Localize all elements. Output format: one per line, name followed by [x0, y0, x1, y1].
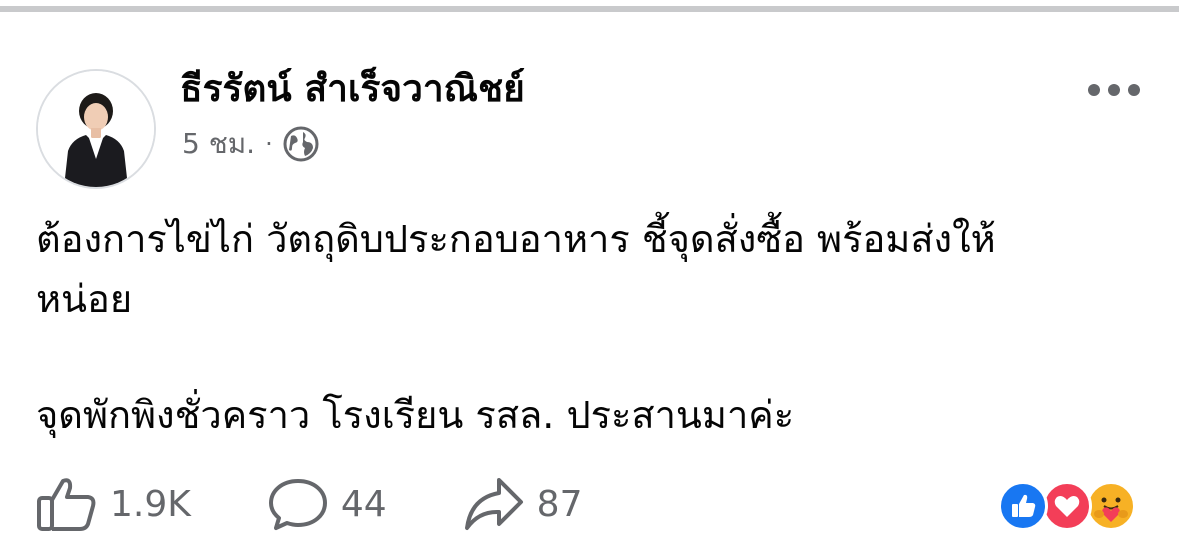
post-meta: 5 ชม. ·: [182, 122, 319, 166]
like-button[interactable]: 1.9K: [36, 476, 191, 532]
avatar-photo: [38, 71, 154, 187]
like-reaction-icon: [998, 481, 1048, 531]
post-actions: 1.9K 44 87: [36, 474, 582, 534]
like-count: 1.9K: [110, 483, 191, 525]
comment-count: 44: [340, 483, 387, 525]
share-button[interactable]: 87: [463, 476, 583, 532]
reactions-summary[interactable]: [998, 481, 1148, 533]
thumbs-up-icon: [37, 478, 96, 531]
author-name[interactable]: ธีรรัตน์ สำเร็จวาณิชย์: [180, 63, 525, 115]
more-horizontal-icon: [1088, 84, 1100, 96]
post-time[interactable]: 5 ชม.: [182, 122, 255, 166]
comment-bubble-icon: [268, 479, 327, 530]
post-text-line: หน่อย: [36, 277, 133, 321]
post-text-line: ต้องการไข่ไก่ วัตถุดิบประกอบอาหาร ชี้จุด…: [36, 217, 996, 261]
more-dot: [1108, 84, 1120, 96]
share-arrow-icon: [464, 478, 523, 530]
meta-separator: ·: [265, 130, 273, 158]
love-reaction-icon: [1042, 481, 1092, 531]
globe-icon[interactable]: [283, 126, 319, 162]
more-dot: [1128, 84, 1140, 96]
care-reaction-icon: [1086, 481, 1136, 531]
post-card: ธีรรัตน์ สำเร็จวาณิชย์ 5 ชม. · ต้องการไข…: [0, 12, 1179, 554]
post-text: ต้องการไข่ไก่ วัตถุดิบประกอบอาหาร ชี้จุด…: [36, 209, 1136, 445]
share-count: 87: [536, 483, 583, 525]
author-avatar[interactable]: [36, 69, 156, 189]
post-text-line: จุดพักพิงชั่วคราว โรงเรียน รสล. ประสานมา…: [36, 393, 795, 437]
more-options-button[interactable]: [1082, 70, 1146, 110]
comment-button[interactable]: 44: [267, 476, 387, 532]
